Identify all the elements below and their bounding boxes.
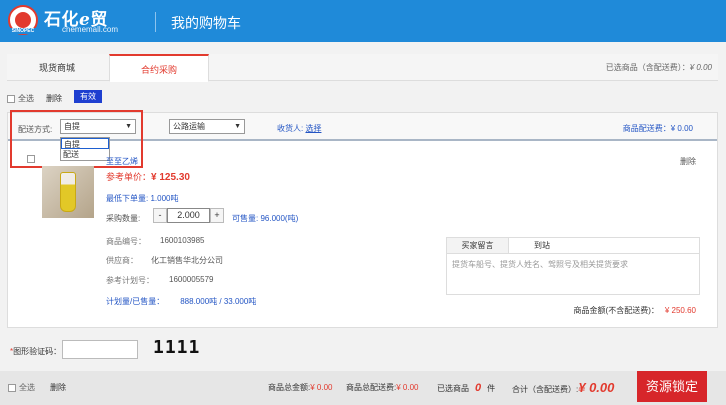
captcha-label: *图形验证码： <box>10 347 62 356</box>
reference-price: 参考单价：¥ 125.30 <box>106 172 190 183</box>
qty-increase-button[interactable]: + <box>210 208 224 223</box>
goods-total: 商品总金额:¥ 0.00 <box>268 383 333 392</box>
product-code-label: 商品编号： <box>106 237 146 246</box>
tab-spot-mall[interactable]: 现货商城 <box>7 54 107 82</box>
plan-no-label: 参考计划号： <box>106 276 154 285</box>
product-thumbnail[interactable] <box>42 166 94 218</box>
select-all-bottom-checkbox[interactable] <box>8 383 16 392</box>
logo-tag: SINOPEC <box>6 28 40 34</box>
selected-summary: 已选商品（含配送费）：¥ 0.00 <box>605 63 712 72</box>
selected-count: 已选商品 0 件 <box>437 382 496 394</box>
tab-buyer-message[interactable]: 买家留言 <box>447 238 509 253</box>
product-code-value: 1600103985 <box>160 236 205 245</box>
product-name-link[interactable]: 至至乙烯 <box>106 156 138 167</box>
shipping-fee: 商品配送费：¥ 0.00 <box>622 124 693 133</box>
bottle-icon <box>60 172 76 212</box>
qty-label: 采购数量: <box>106 214 141 223</box>
receiver-select-link[interactable]: 选择 <box>305 124 321 133</box>
captcha-input[interactable] <box>62 340 138 359</box>
item-amount: 商品金额(不含配送费)： ¥ 250.60 <box>573 306 696 315</box>
sinopec-logo-icon: SINOPEC <box>6 5 40 35</box>
chevron-down-icon: ▼ <box>234 123 241 130</box>
qty-input[interactable]: 2.000 <box>167 208 210 223</box>
delete-item-button[interactable]: 删除 <box>680 156 696 167</box>
page-title: 我的购物车 <box>171 15 241 31</box>
delete-bottom-button[interactable]: 删除 <box>50 382 66 393</box>
receiver-field: 收货人: 选择 <box>277 124 322 133</box>
brand-domain: chememall.com <box>62 25 119 34</box>
plan-no-value: 1600005579 <box>169 275 214 284</box>
resource-lock-button[interactable]: 资源锁定 <box>637 371 707 402</box>
captcha-image[interactable]: 1111 <box>153 337 200 358</box>
tab-arrival-station[interactable]: 到站 <box>512 238 572 253</box>
item-checkbox[interactable] <box>27 155 35 163</box>
select-all-bottom[interactable]: 全选 <box>8 382 35 393</box>
select-all-top[interactable]: 全选 <box>7 93 34 104</box>
message-divider <box>447 253 699 254</box>
fee-total: 商品总配送费:¥ 0.00 <box>346 383 419 392</box>
transport-select[interactable]: 公路运输 ▼ <box>169 119 245 134</box>
plan-sold-qty: 计划量/已售量： 888.000吨 / 33.000吨 <box>106 297 257 306</box>
min-order-qty: 最低下单量: 1.000吨 <box>106 194 179 203</box>
grand-total: 合计（含配送费）:¥ 0.00 <box>512 380 615 395</box>
valid-filter-button[interactable]: 有效 <box>74 90 102 103</box>
select-all-checkbox[interactable] <box>7 94 15 103</box>
top-header <box>0 0 726 42</box>
supplier-value: 化工销售华北分公司 <box>151 256 223 265</box>
header-divider <box>155 12 156 32</box>
tab-contract-purchase[interactable]: 合约采购 <box>109 54 209 82</box>
message-placeholder[interactable]: 提货车船号、提货人姓名、驾照号及相关提货要求 <box>452 259 628 270</box>
qty-decrease-button[interactable]: - <box>153 208 167 223</box>
delete-top-button[interactable]: 删除 <box>46 93 62 104</box>
supplier-label: 供应商： <box>106 256 138 265</box>
available-qty: 可售量: 96.000(吨) <box>232 214 299 223</box>
